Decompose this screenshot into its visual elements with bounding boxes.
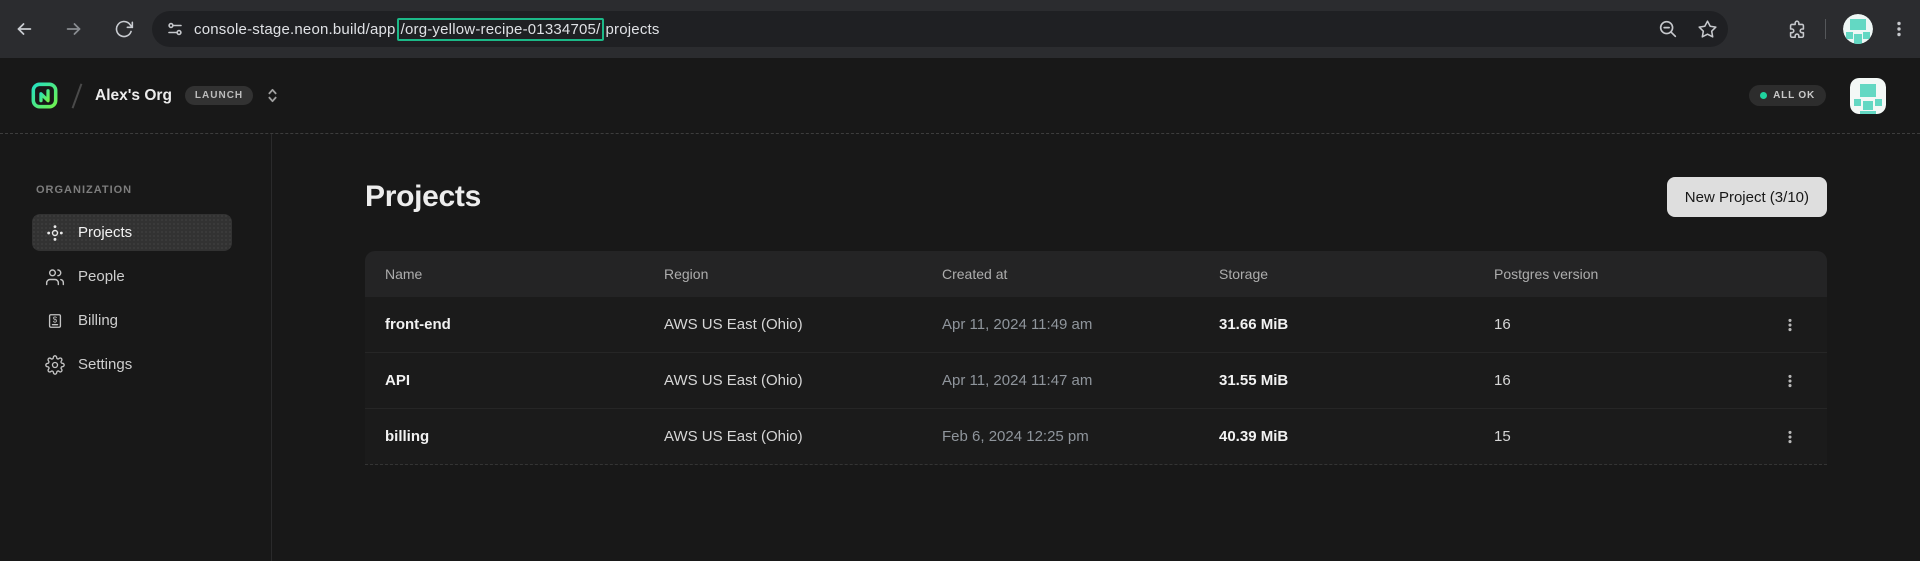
url-text: console-stage.neon.build/app/org-yellow-…	[194, 18, 660, 41]
row-menu-button[interactable]	[1774, 421, 1806, 453]
status-badge[interactable]: ALL OK	[1749, 85, 1826, 106]
forward-button[interactable]	[57, 12, 91, 46]
people-icon	[45, 267, 65, 287]
app-header: Alex's Org LAUNCH ALL OK	[0, 58, 1920, 133]
sidebar-item-label: Billing	[78, 312, 118, 329]
column-header-postgres-version: Postgres version	[1494, 266, 1753, 282]
bookmark-star-icon[interactable]	[1697, 19, 1718, 40]
sidebar-item-label: Settings	[78, 356, 132, 373]
sidebar-item-settings[interactable]: Settings	[32, 346, 232, 383]
project-region: AWS US East (Ohio)	[664, 372, 942, 389]
breadcrumb-slash	[72, 83, 83, 108]
table-row[interactable]: front-end AWS US East (Ohio) Apr 11, 202…	[365, 297, 1827, 353]
table-row[interactable]: billing AWS US East (Ohio) Feb 6, 2024 1…	[365, 409, 1827, 465]
back-icon	[13, 18, 35, 40]
sidebar-item-label: Projects	[78, 224, 132, 241]
row-menu-button[interactable]	[1774, 309, 1806, 341]
project-created-at: Apr 11, 2024 11:49 am	[942, 316, 1219, 333]
svg-text:$: $	[53, 315, 58, 324]
projects-icon	[45, 223, 65, 243]
toolbar-divider	[1825, 19, 1826, 39]
row-menu-icon	[1782, 429, 1798, 445]
sidebar-item-label: People	[78, 268, 125, 285]
new-project-button[interactable]: New Project (3/10)	[1667, 177, 1827, 217]
url-highlight-box: /org-yellow-recipe-01334705/	[397, 18, 605, 41]
project-name: API	[385, 372, 664, 389]
column-header-created-at: Created at	[942, 266, 1219, 282]
settings-icon	[45, 355, 65, 375]
main-content: Projects New Project (3/10) Name Region …	[272, 134, 1920, 561]
row-menu-icon	[1782, 317, 1798, 333]
billing-icon: $	[45, 311, 65, 331]
project-name: front-end	[385, 316, 664, 333]
table-header-row: Name Region Created at Storage Postgres …	[365, 251, 1827, 297]
column-header-name: Name	[385, 266, 664, 282]
profile-avatar[interactable]	[1843, 14, 1873, 44]
status-label: ALL OK	[1773, 90, 1815, 101]
url-suffix: projects	[605, 21, 659, 38]
org-switcher-icon	[265, 86, 280, 105]
org-switcher-button[interactable]	[265, 86, 280, 105]
extensions-icon[interactable]	[1786, 18, 1808, 40]
reload-icon	[114, 19, 134, 39]
screen: console-stage.neon.build/app/org-yellow-…	[0, 0, 1920, 561]
project-created-at: Apr 11, 2024 11:47 am	[942, 372, 1219, 389]
neon-logo[interactable]	[30, 81, 59, 110]
project-region: AWS US East (Ohio)	[664, 316, 942, 333]
project-postgres-version: 16	[1494, 372, 1753, 389]
sidebar: ORGANIZATION Projects People $ Billing	[0, 134, 272, 561]
project-storage: 40.39 MiB	[1219, 428, 1494, 445]
sidebar-section-label: ORGANIZATION	[36, 184, 271, 196]
org-name[interactable]: Alex's Org	[95, 87, 172, 105]
project-storage: 31.55 MiB	[1219, 372, 1494, 389]
column-header-region: Region	[664, 266, 942, 282]
reload-button[interactable]	[107, 12, 141, 46]
browser-nav-buttons	[7, 0, 157, 58]
project-created-at: Feb 6, 2024 12:25 pm	[942, 428, 1219, 445]
project-region: AWS US East (Ohio)	[664, 428, 942, 445]
row-menu-button[interactable]	[1774, 365, 1806, 397]
url-bar[interactable]: console-stage.neon.build/app/org-yellow-…	[152, 11, 1728, 47]
zoom-out-icon[interactable]	[1657, 18, 1679, 40]
row-menu-icon	[1782, 373, 1798, 389]
sidebar-item-projects[interactable]: Projects	[32, 214, 232, 251]
sidebar-item-people[interactable]: People	[32, 258, 232, 295]
project-storage: 31.66 MiB	[1219, 316, 1494, 333]
org-avatar[interactable]	[1850, 78, 1886, 114]
plan-badge: LAUNCH	[185, 86, 253, 105]
url-prefix: console-stage.neon.build/app	[194, 21, 396, 38]
sidebar-item-billing[interactable]: $ Billing	[32, 302, 232, 339]
project-postgres-version: 15	[1494, 428, 1753, 445]
table-row[interactable]: API AWS US East (Ohio) Apr 11, 2024 11:4…	[365, 353, 1827, 409]
app-body: ORGANIZATION Projects People $ Billing	[0, 133, 1920, 561]
browser-menu-icon[interactable]	[1890, 20, 1908, 38]
page-title: Projects	[365, 180, 481, 214]
projects-table: Name Region Created at Storage Postgres …	[365, 251, 1827, 465]
status-dot	[1760, 92, 1767, 99]
column-header-storage: Storage	[1219, 266, 1494, 282]
project-postgres-version: 16	[1494, 316, 1753, 333]
browser-toolbar: console-stage.neon.build/app/org-yellow-…	[0, 0, 1920, 58]
project-name: billing	[385, 428, 664, 445]
site-info-icon[interactable]	[166, 20, 184, 38]
forward-icon	[63, 18, 85, 40]
back-button[interactable]	[7, 12, 41, 46]
